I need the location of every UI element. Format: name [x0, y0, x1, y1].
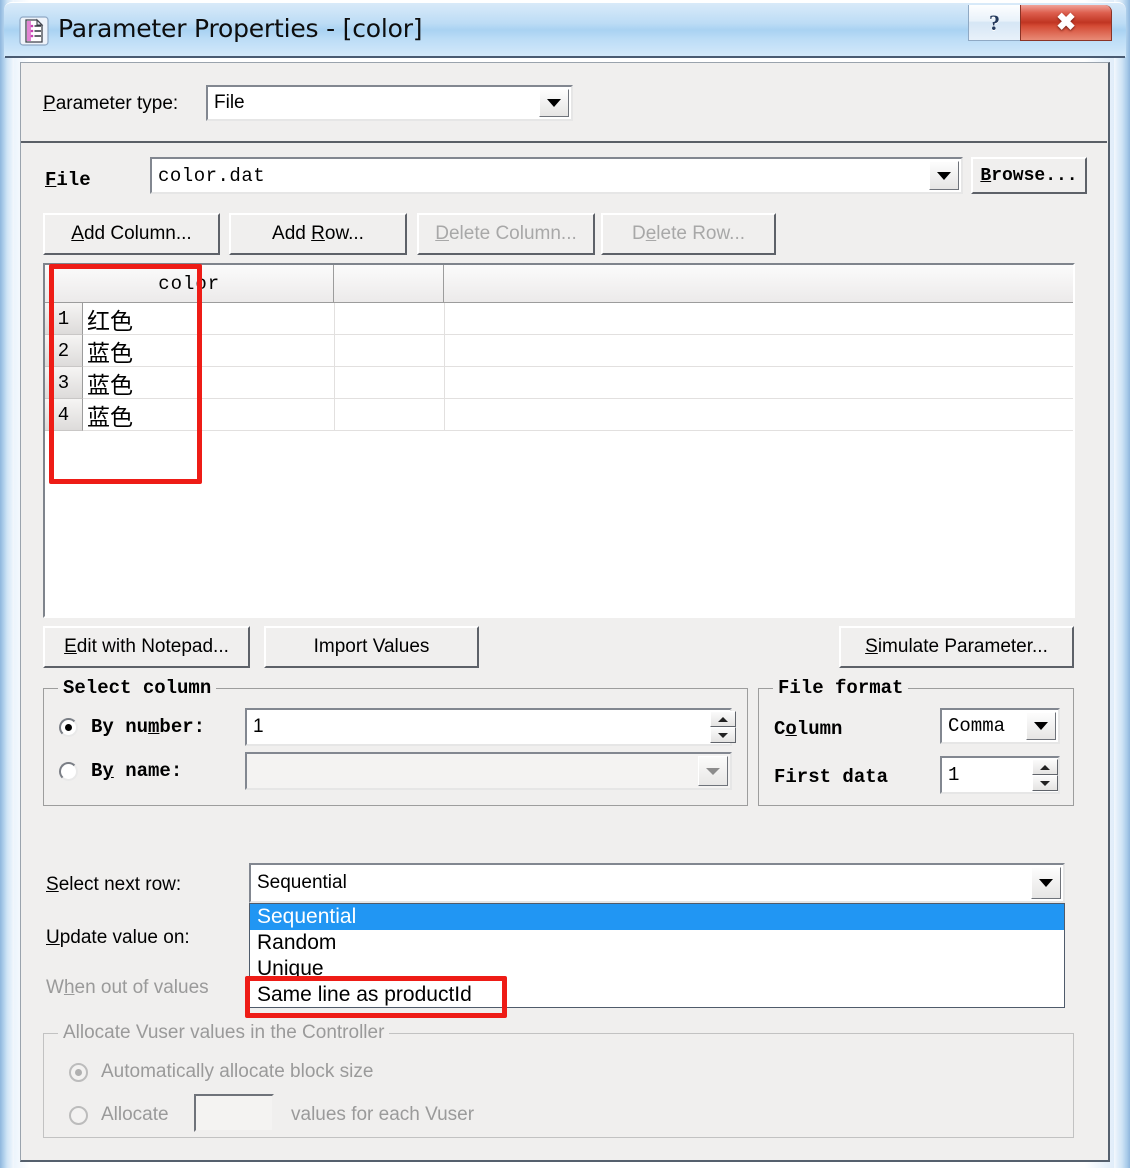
row-empty-cell-3[interactable]	[445, 335, 1073, 367]
browse-button[interactable]: Browse...	[971, 157, 1087, 194]
dropdown-option-sequential[interactable]: Sequential	[250, 904, 1064, 930]
by-number-stepper-down[interactable]	[710, 727, 736, 743]
allocate-suffix-label: values for each Vuser	[291, 1104, 475, 1125]
window-title: Parameter Properties - [color]	[58, 14, 423, 43]
by-number-radio-dot	[65, 724, 72, 731]
window-controls: ? ✖	[968, 5, 1112, 43]
by-name-radio[interactable]	[59, 762, 78, 781]
add-row-button[interactable]: Add Row...	[229, 213, 407, 255]
delete-row-button[interactable]: Delete Row...	[601, 213, 776, 255]
first-data-stepper[interactable]	[1032, 759, 1058, 791]
column-format-chevron-down-icon[interactable]	[1026, 712, 1056, 740]
update-value-on-label: Update value on:	[46, 927, 190, 948]
first-data-stepper-up[interactable]	[1032, 759, 1058, 775]
file-format-group-title: File format	[773, 677, 909, 699]
column-format-label: Column	[774, 718, 843, 740]
allocate-values-input[interactable]	[194, 1094, 274, 1132]
import-values-label: Import Values	[313, 636, 430, 657]
row-empty-cell-3[interactable]	[445, 399, 1073, 431]
column-format-combo[interactable]: Comma	[940, 708, 1060, 744]
parameter-type-label-rest: arameter type:	[55, 93, 179, 114]
delete-column-button[interactable]: Delete Column...	[417, 213, 595, 255]
file-path-combo[interactable]: color.dat	[150, 157, 963, 194]
dropdown-option-random[interactable]: Random	[250, 930, 1064, 956]
first-data-stepper-down[interactable]	[1032, 775, 1058, 791]
section-divider	[21, 141, 1107, 143]
when-out-of-values-label: When out of values	[46, 977, 209, 998]
row-empty-cell-2[interactable]	[335, 399, 445, 431]
title-bar-divider	[5, 56, 1125, 58]
select-next-row-value: Sequential	[257, 872, 347, 893]
auto-allocate-label: Automatically allocate block size	[101, 1061, 374, 1082]
browse-label: rowse...	[991, 165, 1078, 186]
close-button[interactable]: ✖	[1020, 5, 1112, 41]
allocate-group-title: Allocate Vuser values in the Controller	[58, 1022, 390, 1044]
by-number-stepper[interactable]	[710, 711, 736, 743]
by-number-label: By number:	[91, 716, 206, 738]
window-left-edge	[0, 0, 14, 1168]
add-column-button[interactable]: Add Column...	[43, 213, 220, 255]
screenshot-root: Parameter Properties - [color] ? ✖ Param…	[0, 0, 1130, 1168]
close-icon: ✖	[1055, 9, 1077, 36]
auto-allocate-radio-dot	[75, 1069, 82, 1076]
by-name-label: By name:	[91, 760, 183, 782]
window-right-edge	[1114, 0, 1130, 1168]
row-empty-cell-2[interactable]	[335, 367, 445, 399]
file-chevron-down-icon[interactable]	[929, 161, 959, 190]
annotation-same-line-as-productid	[245, 976, 507, 1018]
manual-allocate-label: Allocate	[101, 1104, 169, 1125]
row-empty-cell-2[interactable]	[335, 335, 445, 367]
help-button[interactable]: ?	[968, 5, 1020, 41]
file-path-value: color.dat	[158, 164, 266, 187]
row-empty-cell-3[interactable]	[445, 367, 1073, 399]
grid-column-header-2[interactable]	[334, 265, 445, 303]
auto-allocate-radio[interactable]	[69, 1063, 88, 1082]
manual-allocate-radio[interactable]	[69, 1106, 88, 1125]
select-next-row-combo[interactable]: Sequential	[249, 863, 1065, 903]
by-number-radio[interactable]	[59, 718, 78, 737]
parameter-type-combo[interactable]: File	[206, 85, 573, 121]
file-label: File	[45, 169, 91, 191]
column-format-value: Comma	[948, 715, 1006, 737]
grid-column-header-3[interactable]	[444, 265, 1073, 303]
edit-with-notepad-button[interactable]: Edit with Notepad...	[43, 626, 250, 668]
import-values-button[interactable]: Import Values	[264, 626, 479, 668]
simulate-parameter-button[interactable]: Simulate Parameter...	[839, 626, 1074, 668]
by-name-chevron-down-icon[interactable]	[698, 756, 728, 786]
dialog-client-area: Parameter type: File File color.dat Brow…	[20, 62, 1110, 1162]
by-number-stepper-up[interactable]	[710, 711, 736, 727]
select-column-group-title: Select column	[58, 677, 217, 699]
by-number-input[interactable]: 1	[245, 708, 732, 746]
parameter-document-icon	[18, 15, 50, 47]
title-bar[interactable]: Parameter Properties - [color] ? ✖	[4, 2, 1126, 57]
help-icon: ?	[989, 9, 1000, 35]
parameter-type-label: Parameter type:	[43, 93, 179, 114]
parameter-type-chevron-down-icon[interactable]	[539, 89, 569, 117]
first-data-value: 1	[948, 764, 960, 786]
row-empty-cell-2[interactable]	[335, 303, 445, 335]
row-empty-cell-3[interactable]	[445, 303, 1073, 335]
parameter-type-value: File	[214, 92, 245, 113]
select-next-row-chevron-down-icon[interactable]	[1031, 867, 1061, 899]
first-data-label: First data	[774, 766, 889, 788]
select-next-row-label: Select next row:	[46, 874, 182, 895]
by-name-combo[interactable]	[245, 752, 732, 790]
annotation-table-color-column	[49, 264, 202, 484]
by-number-value: 1	[253, 716, 264, 737]
